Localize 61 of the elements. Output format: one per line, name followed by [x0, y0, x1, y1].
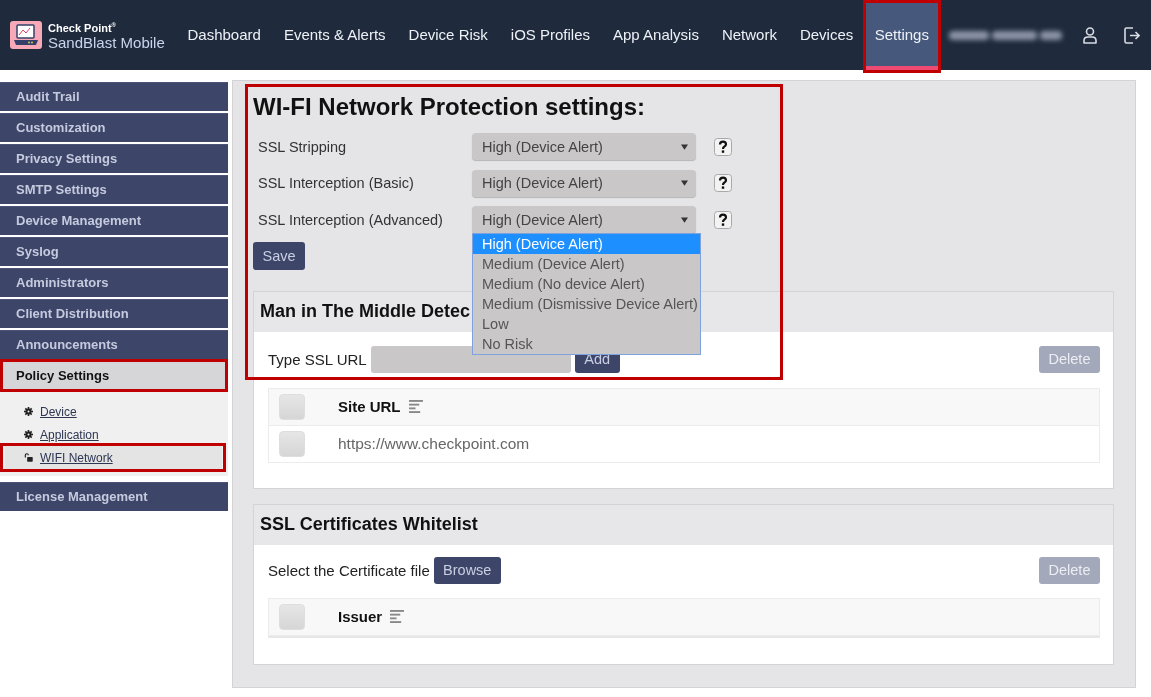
- caret-icon: [681, 143, 688, 150]
- gear-icon: [24, 407, 33, 416]
- sidebar-item[interactable]: Policy Settings: [0, 362, 228, 389]
- sidebar-item[interactable]: Client Distribution: [0, 299, 228, 328]
- nav-tab[interactable]: Events & Alerts: [272, 0, 398, 70]
- nav-tab[interactable]: Settings: [864, 0, 939, 70]
- submenu-link[interactable]: Device: [5, 400, 222, 423]
- nav-tab[interactable]: App Analysis: [601, 0, 711, 70]
- setting-label: SSL Stripping: [257, 138, 348, 155]
- page-title: WI-FI Network Protection settings:: [253, 92, 646, 122]
- dropdown-option[interactable]: High (Device Alert): [473, 234, 700, 254]
- table-cell: https://www.checkpoint.com: [338, 434, 530, 453]
- caret-icon: [681, 180, 688, 186]
- nav-tab[interactable]: Devices: [788, 0, 865, 70]
- sort-icon[interactable]: [408, 400, 423, 413]
- padlock-icon: [24, 453, 33, 462]
- nav-tab[interactable]: iOS Profiles: [499, 0, 602, 70]
- sidebar-item[interactable]: Administrators: [0, 268, 228, 297]
- sidebar-item[interactable]: Privacy Settings: [0, 144, 228, 173]
- logout-icon[interactable]: [1124, 26, 1140, 44]
- sidebar-item[interactable]: Syslog: [0, 237, 228, 266]
- caret-icon: [681, 216, 688, 223]
- help-icon[interactable]: [714, 210, 732, 229]
- nav-tab[interactable]: Dashboard: [176, 0, 273, 70]
- setting-label: SSL Interception (Basic): [257, 175, 415, 191]
- gear-icon: [24, 430, 33, 439]
- submenu-link[interactable]: Application: [5, 423, 222, 446]
- column-header[interactable]: Site URL: [338, 398, 401, 415]
- nav-tab[interactable]: Network: [710, 0, 789, 70]
- checkbox[interactable]: [279, 393, 305, 420]
- checkbox[interactable]: [279, 603, 305, 630]
- setting-label: SSL Interception (Advanced): [257, 211, 444, 228]
- checkbox[interactable]: [279, 430, 305, 457]
- section-title: SSL Certificates Whitelist: [260, 514, 478, 535]
- dropdown-option[interactable]: Low: [473, 314, 700, 334]
- sidebar-item[interactable]: Announcements: [0, 330, 228, 359]
- column-header[interactable]: Issuer: [338, 608, 383, 625]
- sidebar-item[interactable]: Audit Trail: [0, 82, 228, 111]
- severity-select[interactable]: High (Device Alert): [472, 206, 696, 233]
- sidebar-item[interactable]: SMTP Settings: [0, 175, 228, 204]
- user-icon[interactable]: [1083, 26, 1097, 44]
- brand-company: Check Point$^{®}$: [48, 20, 117, 35]
- save-button[interactable]: Save: [253, 241, 305, 270]
- help-icon[interactable]: [714, 174, 732, 192]
- action-button[interactable]: Browse: [433, 556, 501, 584]
- dropdown-option[interactable]: Medium (Device Alert): [473, 254, 700, 274]
- sidebar-item[interactable]: Customization: [0, 113, 228, 142]
- logo-icon: [10, 21, 42, 49]
- field-label: Select the Certificate file: [268, 561, 430, 579]
- sort-icon[interactable]: [390, 610, 405, 623]
- help-icon[interactable]: [714, 137, 732, 156]
- dropdown-option[interactable]: Medium (Dismissive Device Alert): [473, 294, 700, 314]
- severity-select[interactable]: High (Device Alert): [472, 169, 696, 197]
- nav-tab[interactable]: Device Risk: [397, 0, 500, 70]
- section-title: Man in The Middle Detec: [260, 301, 471, 322]
- dropdown-option[interactable]: Medium (No device Alert): [473, 274, 700, 294]
- sidebar-item[interactable]: Device Management: [0, 206, 228, 235]
- severity-select[interactable]: High (Device Alert): [472, 133, 696, 160]
- field-label: Type SSL URL: [268, 350, 367, 368]
- brand-product: SandBlast Mobile: [48, 34, 165, 52]
- sidebar-item[interactable]: License Management: [0, 482, 228, 511]
